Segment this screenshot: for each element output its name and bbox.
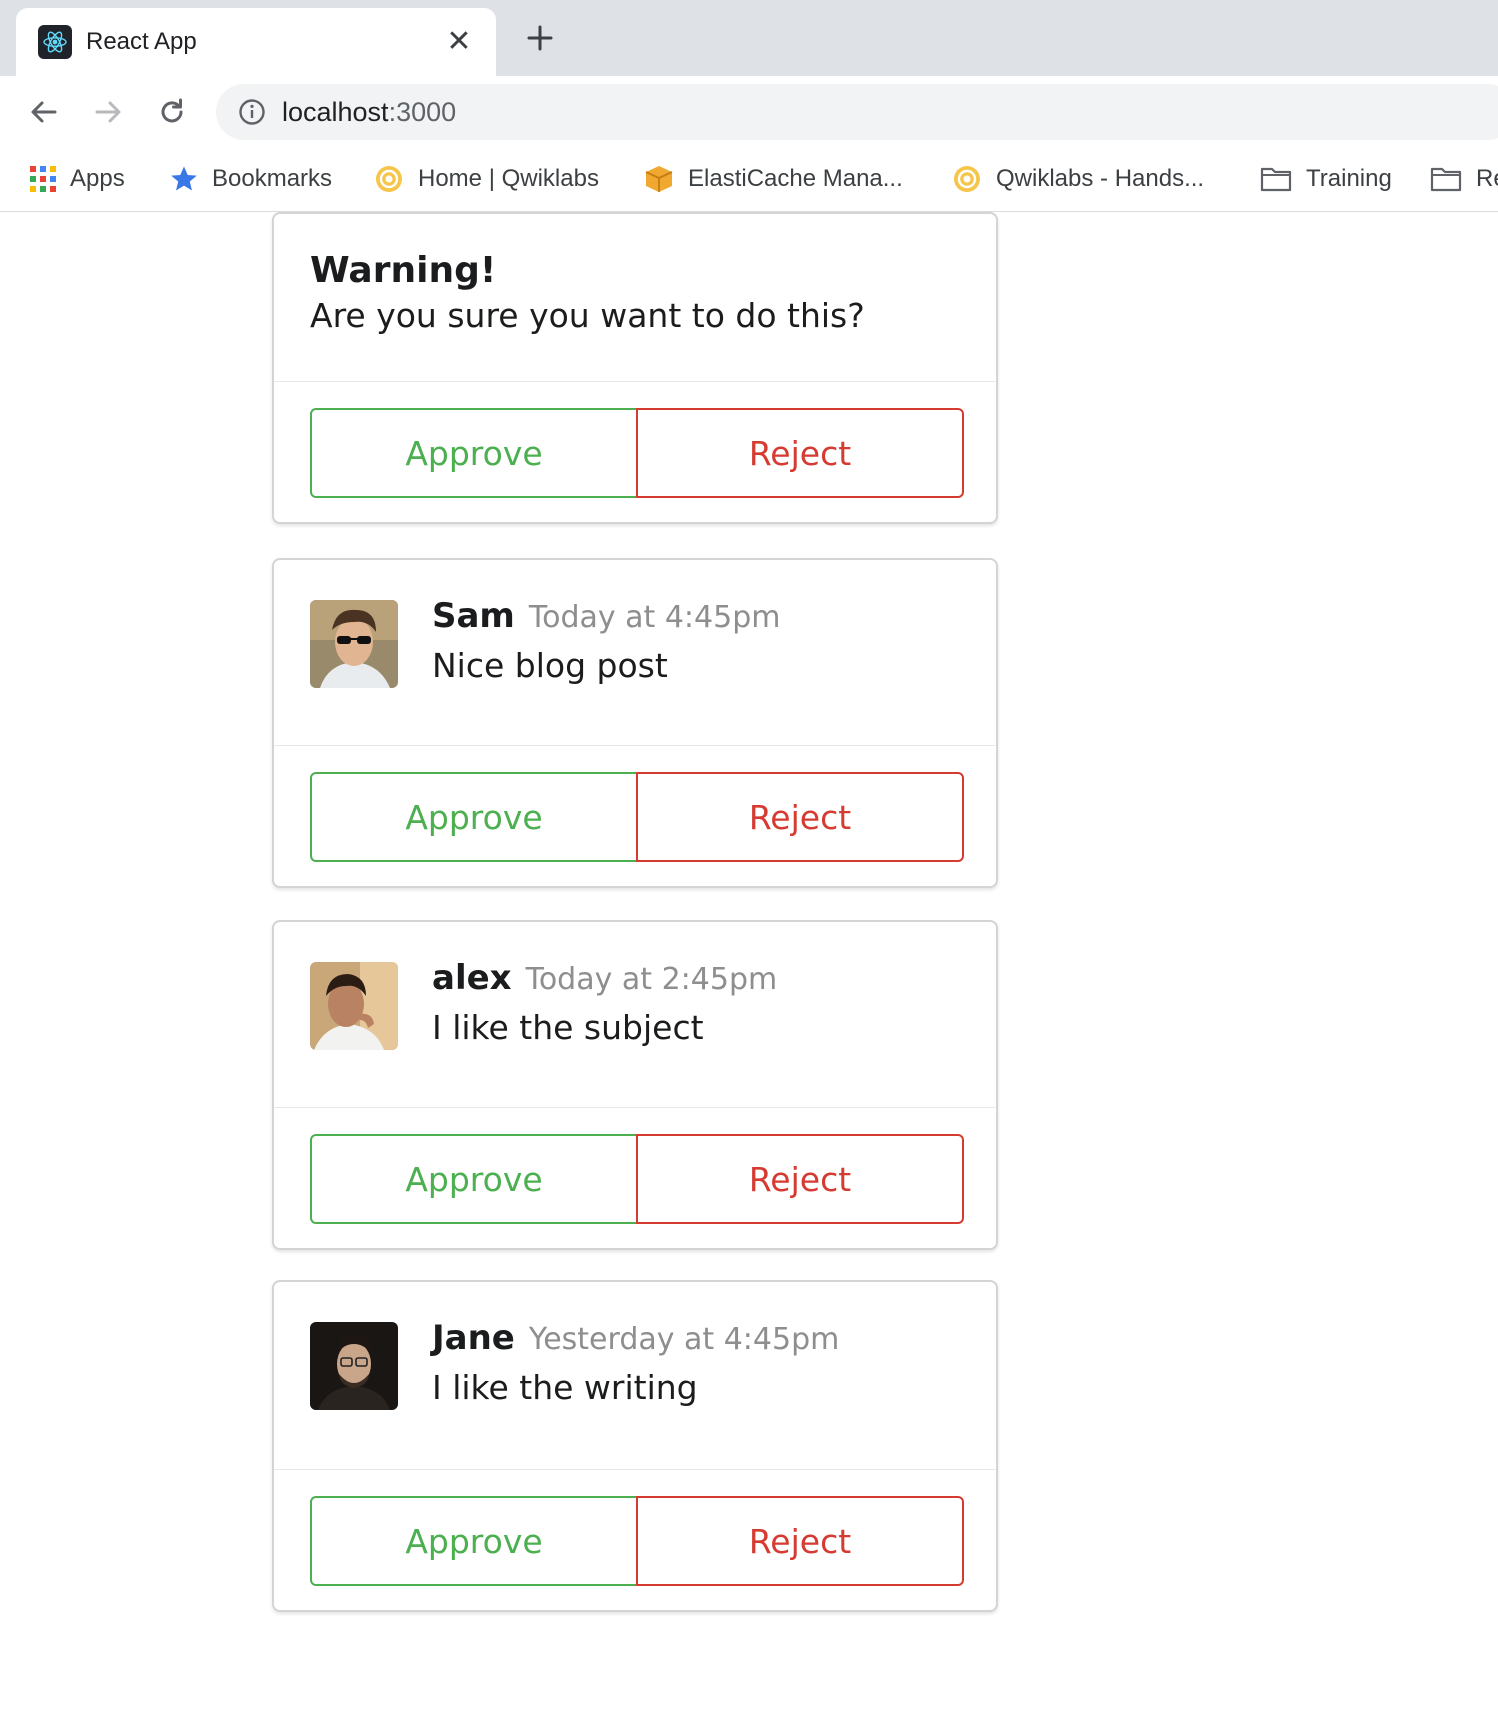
- tab-close-icon[interactable]: ✕: [444, 27, 474, 57]
- comment-meta-line: Sam Today at 4:45pm: [432, 596, 780, 636]
- comment-timestamp: Today at 2:45pm: [525, 962, 778, 997]
- approval-button-group: Approve Reject: [310, 1496, 966, 1586]
- warning-title: Warning!: [310, 250, 497, 291]
- qwiklabs-icon: [952, 164, 982, 194]
- bookmark-bookmarks[interactable]: Bookmarks: [170, 148, 332, 210]
- avatar: [310, 1322, 398, 1410]
- comment-card-actions: Approve Reject: [274, 1470, 996, 1612]
- avatar: [310, 600, 398, 688]
- star-icon: [170, 165, 198, 193]
- reject-button[interactable]: Reject: [636, 772, 964, 862]
- comment-timestamp: Yesterday at 4:45pm: [528, 1322, 840, 1357]
- comment-card-body: Sam Today at 4:45pm Nice blog post: [274, 560, 996, 746]
- browser-tab[interactable]: React App ✕: [16, 8, 496, 76]
- comment-author[interactable]: alex: [432, 958, 512, 998]
- comment-card-body: alex Today at 2:45pm I like the subject: [274, 922, 996, 1108]
- avatar: [310, 962, 398, 1050]
- bookmark-label: Re: [1476, 165, 1498, 192]
- approve-button[interactable]: Approve: [310, 1496, 638, 1586]
- comment-author[interactable]: Sam: [432, 596, 515, 636]
- plus-icon: [527, 25, 553, 51]
- comment-text: I like the subject: [432, 1008, 704, 1047]
- approve-button[interactable]: Approve: [310, 408, 638, 498]
- bookmark-apps[interactable]: Apps: [30, 148, 125, 210]
- approval-button-group: Approve Reject: [310, 772, 966, 862]
- url-host: localhost: [282, 96, 389, 127]
- browser-toolbar: localhost:3000: [0, 76, 1498, 148]
- comment-card-actions: Approve Reject: [274, 1108, 996, 1250]
- bookmark-label: Qwiklabs - Hands...: [996, 165, 1205, 192]
- tab-title: React App: [86, 28, 197, 55]
- comment-card-actions: Approve Reject: [274, 746, 996, 888]
- address-bar[interactable]: localhost:3000: [216, 84, 1498, 140]
- approval-button-group: Approve Reject: [310, 408, 966, 498]
- comment-card: Jane Yesterday at 4:45pm I like the writi…: [272, 1280, 998, 1612]
- comment-meta-line: alex Today at 2:45pm: [432, 958, 777, 998]
- warning-card: Warning! Are you sure you want to do thi…: [272, 212, 998, 524]
- comment-text: Nice blog post: [432, 646, 668, 685]
- reject-button[interactable]: Reject: [636, 1496, 964, 1586]
- bookmark-qwiklabs-hands[interactable]: Qwiklabs - Hands...: [952, 148, 1204, 210]
- qwiklabs-icon: [374, 164, 404, 194]
- approve-button[interactable]: Approve: [310, 1134, 638, 1224]
- bookmark-home-qwiklabs[interactable]: Home | Qwiklabs: [374, 148, 599, 210]
- back-button[interactable]: [24, 92, 64, 132]
- apps-grid-icon: [30, 166, 56, 192]
- bookmark-label: Apps: [70, 165, 125, 192]
- folder-icon: [1430, 166, 1462, 192]
- reject-button[interactable]: Reject: [636, 1134, 964, 1224]
- warning-card-body: Warning! Are you sure you want to do thi…: [274, 214, 996, 382]
- approve-button[interactable]: Approve: [310, 772, 638, 862]
- url-port: :3000: [388, 96, 457, 127]
- reload-icon: [161, 98, 183, 123]
- forward-arrow-icon: [95, 101, 121, 123]
- bookmarks-bar: Apps Bookmarks Home | Qwiklabs ElastiCac…: [0, 148, 1498, 212]
- reload-button[interactable]: [152, 92, 192, 132]
- comment-card-body: Jane Yesterday at 4:45pm I like the writi…: [274, 1282, 996, 1470]
- comment-text: I like the writing: [432, 1368, 698, 1407]
- bookmark-label: Home | Qwiklabs: [418, 165, 599, 192]
- comment-card: Sam Today at 4:45pm Nice blog post Approv…: [272, 558, 998, 888]
- tab-strip: React App ✕: [0, 0, 1498, 76]
- folder-icon: [1260, 166, 1292, 192]
- bookmark-folder-training[interactable]: Training: [1260, 148, 1392, 210]
- info-icon: [239, 99, 265, 125]
- back-arrow-icon: [31, 101, 57, 123]
- page-content: Warning! Are you sure you want to do thi…: [0, 212, 1498, 1712]
- bookmark-folder-re[interactable]: Re: [1430, 148, 1498, 210]
- react-logo-icon: [38, 25, 72, 59]
- comment-card: alex Today at 2:45pm I like the subject A…: [272, 920, 998, 1250]
- warning-card-actions: Approve Reject: [274, 382, 996, 524]
- comment-meta-line: Jane Yesterday at 4:45pm: [432, 1318, 839, 1358]
- warning-text: Are you sure you want to do this?: [310, 296, 865, 335]
- comment-timestamp: Today at 4:45pm: [528, 600, 781, 635]
- comment-author[interactable]: Jane: [432, 1318, 515, 1358]
- aws-box-icon: [644, 164, 674, 194]
- bookmark-label: Training: [1306, 165, 1392, 192]
- bookmark-label: Bookmarks: [212, 165, 333, 192]
- approval-button-group: Approve Reject: [310, 1134, 966, 1224]
- bookmark-elasticache[interactable]: ElastiCache Mana...: [644, 148, 903, 210]
- bookmark-label: ElastiCache Mana...: [688, 165, 903, 192]
- reject-button[interactable]: Reject: [636, 408, 964, 498]
- forward-button[interactable]: [88, 92, 128, 132]
- new-tab-button[interactable]: [522, 20, 558, 56]
